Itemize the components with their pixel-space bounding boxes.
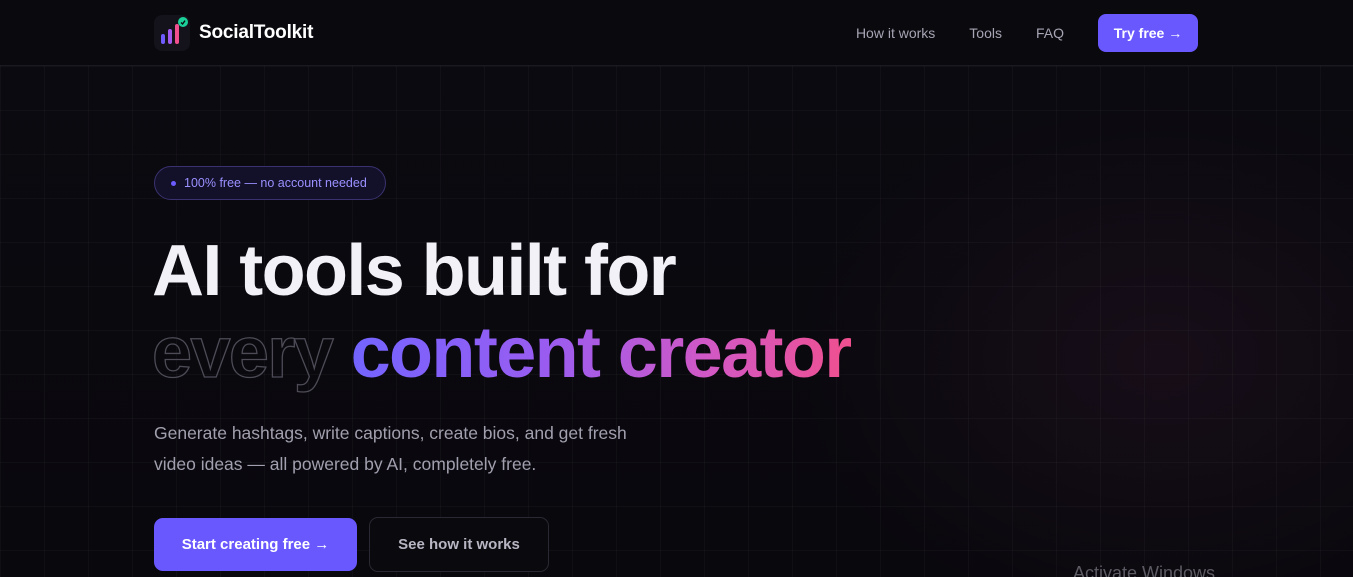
hero-description: Generate hashtags, write captions, creat…: [154, 418, 674, 480]
hero-title-gradient-text: content creator: [350, 313, 853, 393]
page: SocialToolkit How it works Tools FAQ Try…: [0, 0, 1353, 577]
hero-title-line-2: every content creator: [151, 311, 853, 395]
hero-title-outline-word: every: [151, 312, 334, 393]
hero-title-line-1: AI tools built for: [152, 231, 677, 311]
nav-link-faq[interactable]: FAQ: [1036, 25, 1064, 41]
try-free-button[interactable]: Try free →: [1098, 14, 1198, 52]
nav-link-tools[interactable]: Tools: [969, 25, 1002, 41]
free-badge: 100% free — no account needed: [154, 166, 386, 200]
brand-name: SocialToolkit: [199, 22, 314, 43]
dot-icon: [171, 180, 176, 186]
start-creating-button[interactable]: Start creating free →: [154, 518, 357, 571]
see-how-it-works-button[interactable]: See how it works: [369, 517, 549, 572]
hero-description-line-2: video ideas — all powered by AI, complet…: [154, 454, 537, 474]
badge-text: 100% free — no account needed: [184, 176, 367, 190]
nav-links: How it works Tools FAQ Try free →: [856, 14, 1198, 52]
bar-chart-logo-icon: [154, 15, 190, 51]
brand-logo-link[interactable]: SocialToolkit: [154, 15, 313, 51]
hero-description-line-1: Generate hashtags, write captions, creat…: [154, 423, 627, 443]
activate-windows-watermark: Activate Windows: [1073, 563, 1216, 577]
top-nav: SocialToolkit How it works Tools FAQ Try…: [0, 0, 1353, 66]
nav-link-how-it-works[interactable]: How it works: [856, 25, 935, 41]
